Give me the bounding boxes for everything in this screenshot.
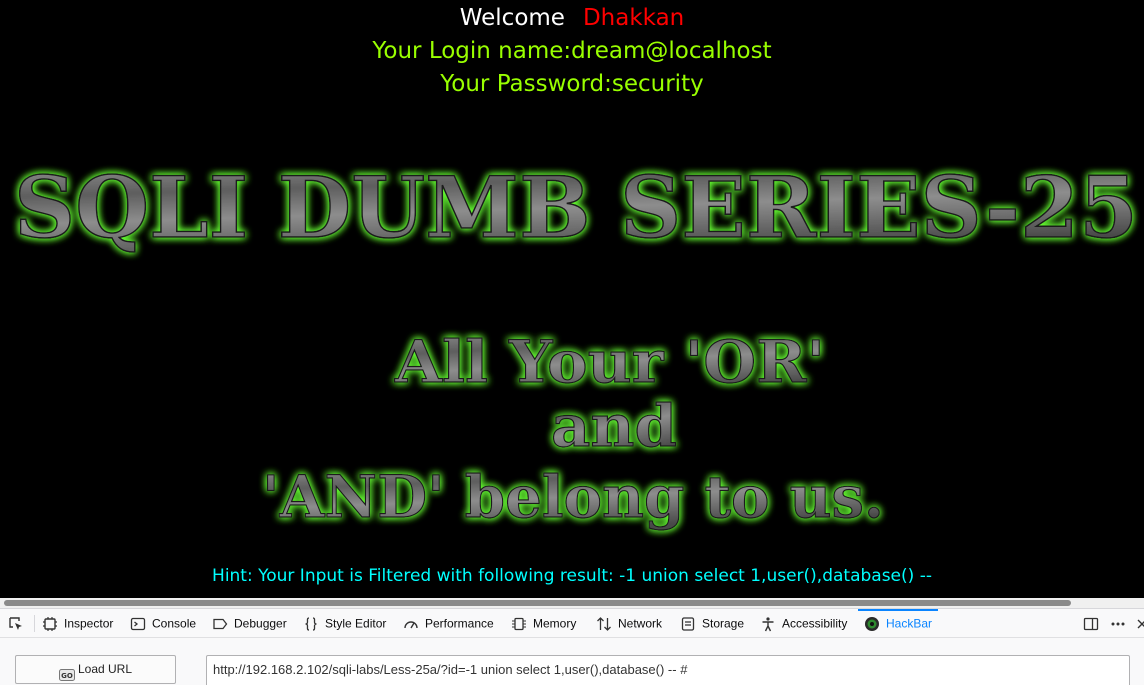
url-input[interactable]: http://192.168.2.102/sqli-labs/Less-25a/… [206,655,1130,685]
load-url-button[interactable]: GO Load URL [15,655,176,684]
banner-graphic: SQLI DUMB SERIES-25 All Your 'OR' and 'A… [13,157,1139,531]
memory-icon [511,616,527,632]
scrollbar-thumb[interactable] [4,600,1071,606]
devtools-panel: Inspector Console Debugger Style Editor … [0,608,1144,685]
tab-performance[interactable]: Performance [403,609,494,638]
more-options-button[interactable] [1110,609,1132,638]
tab-label: Accessibility [782,616,848,631]
tab-label: HackBar [886,616,933,631]
style-editor-icon [303,616,319,632]
close-icon [1136,616,1144,632]
horizontal-scrollbar[interactable] [0,598,1144,608]
slogan-line-2: and [551,392,677,460]
devtools-toolbar: Inspector Console Debugger Style Editor … [0,609,1144,638]
element-picker-icon [8,616,24,632]
slogan-line-1: All Your 'OR' [394,328,825,396]
tab-memory[interactable]: Memory [511,609,576,638]
console-icon [130,616,146,632]
accessibility-icon [760,616,776,632]
inspector-icon [42,616,58,632]
tab-label: Console [152,616,197,631]
tab-label: Memory [533,616,577,631]
close-devtools-button[interactable] [1136,609,1144,638]
tab-label: Network [618,616,663,631]
performance-icon [403,616,419,632]
tab-hackbar[interactable]: HackBar [857,609,939,638]
tab-console[interactable]: Console [130,609,196,638]
dock-side-icon [1083,616,1099,632]
dock-side-button[interactable] [1083,609,1105,638]
banner-title: SQLI DUMB SERIES-25 [14,158,1138,257]
debugger-icon [212,616,228,632]
hackbar-bar: GO Load URL http://192.168.2.102/sqli-lab… [0,639,1144,685]
element-picker-button[interactable] [8,609,30,638]
svg-text:GO: GO [61,672,73,680]
hint-text: Hint: Your Input is Filtered with follow… [212,566,932,586]
tab-storage[interactable]: Storage [680,609,744,638]
storage-icon [680,616,696,632]
tab-network[interactable]: Network [596,609,662,638]
go-icon: GO [58,664,75,681]
tab-style-editor[interactable]: Style Editor [303,609,386,638]
network-icon [596,616,612,632]
tab-label: Inspector [64,616,114,631]
toolbar-separator [34,615,35,632]
tab-label: Debugger [234,616,287,631]
tab-label: Style Editor [325,616,387,631]
ellipsis-icon [1110,616,1126,632]
page-content: Welcome Dhakkan Your Login name:dream@loc… [0,0,1144,598]
tab-accessibility[interactable]: Accessibility [760,609,847,638]
slogan-line-3: 'AND' belong to us. [262,463,884,531]
tab-debugger[interactable]: Debugger [212,609,287,638]
hackbar-icon [864,616,880,632]
tab-label: Performance [425,616,494,631]
tab-label: Storage [702,616,745,631]
tab-inspector[interactable]: Inspector [42,609,113,638]
load-url-label: Load URL [77,662,133,676]
